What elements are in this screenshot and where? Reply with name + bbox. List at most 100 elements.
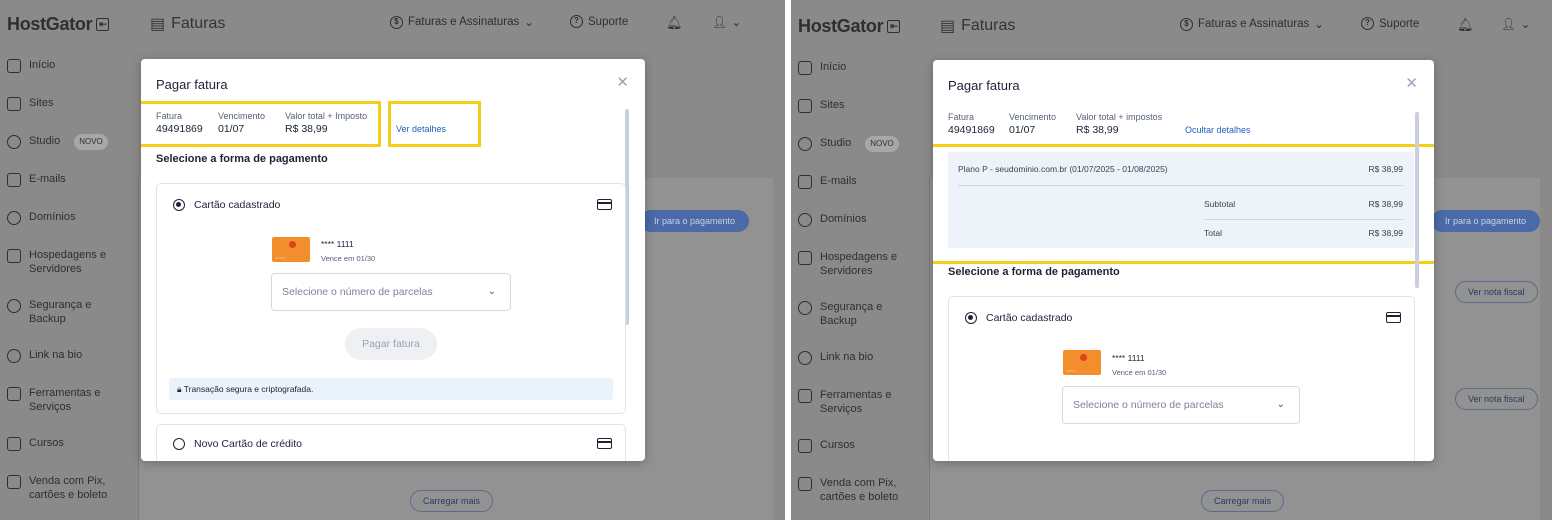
- go-to-payment-button[interactable]: Ir para o pagamento: [1431, 210, 1541, 232]
- new-card-radio[interactable]: [173, 438, 185, 450]
- shield-icon: [7, 299, 21, 313]
- collapse-sidebar-icon[interactable]: ⇤: [887, 20, 901, 33]
- credit-card-icon: [597, 199, 612, 210]
- select-payment-title: Selecione a forma de pagamento: [156, 153, 328, 165]
- user-menu[interactable]: 👤︎ ⌄: [712, 15, 741, 29]
- pay-invoice-modal: Pagar fatura ✕ Fatura 49491869 Vencimento…: [141, 59, 645, 461]
- sidebar-item-emails[interactable]: E-mails: [791, 174, 921, 212]
- new-card-label: Novo Cartão de crédito: [194, 438, 302, 450]
- saved-card-option[interactable]: Cartão cadastrado **** 1111 Vence em 01/…: [948, 296, 1415, 461]
- sidebar-item-seguranca[interactable]: Segurança e Backup: [791, 300, 921, 350]
- card-thumbnail: [1063, 350, 1101, 375]
- sidebar-item-venda[interactable]: Venda com Pix, cartões e boleto: [791, 476, 921, 514]
- sidebar-item-sites[interactable]: Sites: [0, 96, 130, 134]
- sidebar-item-dominios[interactable]: Domínios: [0, 210, 130, 248]
- help-icon: ?: [1361, 17, 1374, 30]
- sidebar-item-emails[interactable]: E-mails: [0, 172, 130, 210]
- server-icon: [798, 251, 812, 265]
- saved-card-radio[interactable]: [173, 199, 185, 211]
- installments-select[interactable]: Selecione o número de parcelas ⌄: [271, 273, 511, 311]
- credit-card-icon: [1386, 312, 1401, 323]
- novo-badge: NOVO: [865, 136, 899, 152]
- saved-card-label: Cartão cadastrado: [986, 312, 1073, 324]
- dollar-icon: $: [1180, 17, 1193, 31]
- sidebar-item-venda[interactable]: Venda com Pix, cartões e boleto: [0, 474, 130, 512]
- sidebar-item-inicio[interactable]: Início: [0, 58, 130, 96]
- pay-invoice-modal: Pagar fatura ✕ Fatura 49491869 Vencimento…: [933, 60, 1434, 461]
- bell-icon[interactable]: 🔔︎: [1457, 17, 1474, 33]
- link-icon: [7, 349, 21, 363]
- left-screenshot-panel: HostGator ⇤ ▤ Faturas $ Faturas e Assinatur…: [0, 0, 785, 520]
- total-value: Valor total + impostos R$ 38,99: [1076, 112, 1163, 136]
- card-thumbnail: [272, 237, 310, 262]
- chevron-down-icon: ⌄: [1314, 19, 1324, 31]
- highlight-details-panel: [933, 144, 1434, 264]
- nav-suporte[interactable]: ? Suporte: [1361, 17, 1419, 30]
- select-payment-title: Selecione a forma de pagamento: [948, 266, 1120, 278]
- invoice-icon: ▤: [940, 18, 956, 35]
- due-date: Vencimento 01/07: [1009, 112, 1057, 136]
- sidebar-item-link-bio[interactable]: Link na bio: [791, 350, 921, 388]
- hide-details-link[interactable]: Ocultar detalhes: [1185, 125, 1251, 135]
- sidebar-item-ferramentas[interactable]: Ferramentas e Serviços: [0, 386, 130, 436]
- highlight-invoice-info: [141, 101, 381, 147]
- top-bar: HostGator ⇤ ▤ Faturas $ Faturas e Assinatur…: [0, 0, 785, 46]
- user-icon: 👤︎: [1501, 19, 1516, 31]
- user-menu[interactable]: 👤︎ ⌄: [1501, 17, 1530, 31]
- invoice-number: Fatura 49491869: [948, 112, 995, 136]
- bell-icon[interactable]: 🔔︎: [666, 15, 683, 31]
- page-title: ▤ Faturas: [940, 17, 1016, 35]
- sidebar-item-hospedagens[interactable]: Hospedagens e Servidores: [0, 248, 130, 298]
- highlight-show-details: [388, 101, 481, 147]
- sidebar-item-inicio[interactable]: Início: [791, 60, 921, 98]
- load-more-button[interactable]: Carregar mais: [1201, 490, 1285, 512]
- saved-card-radio[interactable]: [965, 312, 977, 324]
- sidebar-item-link-bio[interactable]: Link na bio: [0, 348, 130, 386]
- nav-faturas-assinaturas[interactable]: $ Faturas e Assinaturas ⌄: [1180, 17, 1324, 31]
- sidebar-item-studio[interactable]: Studio NOVO: [791, 136, 921, 174]
- close-icon[interactable]: ✕: [616, 73, 629, 91]
- user-icon: 👤︎: [712, 17, 727, 29]
- modal-title: Pagar fatura: [156, 77, 228, 92]
- see-invoice-button[interactable]: Ver nota fiscal: [1455, 388, 1538, 410]
- see-invoice-button[interactable]: Ver nota fiscal: [1455, 281, 1538, 303]
- home-icon: [798, 61, 812, 75]
- card-number: **** 1111: [1112, 353, 1145, 363]
- link-icon: [798, 351, 812, 365]
- close-icon[interactable]: ✕: [1405, 74, 1418, 92]
- sidebar-item-cursos[interactable]: Cursos: [0, 436, 130, 474]
- sidebar-item-dominios[interactable]: Domínios: [791, 212, 921, 250]
- studio-icon: [798, 137, 812, 151]
- collapse-sidebar-icon[interactable]: ⇤: [96, 18, 110, 31]
- chevron-down-icon: ⌄: [487, 286, 496, 297]
- sidebar-item-seguranca[interactable]: Segurança e Backup: [0, 298, 130, 348]
- card-number: **** 1111: [321, 239, 354, 249]
- nav-faturas-assinaturas[interactable]: $ Faturas e Assinaturas ⌄: [390, 15, 534, 29]
- installments-select[interactable]: Selecione o número de parcelas ⌄: [1062, 386, 1300, 424]
- go-to-payment-button[interactable]: Ir para o pagamento: [640, 210, 750, 232]
- new-card-option[interactable]: Novo Cartão de crédito: [156, 424, 626, 461]
- chevron-down-icon: ⌄: [1520, 19, 1531, 31]
- hostgator-logo: HostGator ⇤: [798, 16, 901, 37]
- invoice-icon: ▤: [150, 16, 166, 33]
- scrollbar[interactable]: [1415, 112, 1419, 288]
- card-expiry: Vence em 01/30: [321, 254, 376, 263]
- payment-icon: [7, 475, 21, 489]
- saved-card-option[interactable]: Cartão cadastrado **** 1111 Vence em 01/…: [156, 183, 626, 414]
- chevron-down-icon: ⌄: [731, 17, 742, 29]
- pay-invoice-button[interactable]: Pagar fatura: [345, 328, 437, 360]
- mail-icon: [798, 175, 812, 189]
- tools-icon: [798, 389, 812, 403]
- shield-icon: [798, 301, 812, 315]
- chevron-down-icon: ⌄: [524, 17, 534, 29]
- sites-icon: [798, 99, 812, 113]
- load-more-button[interactable]: Carregar mais: [410, 490, 494, 512]
- sidebar-item-studio[interactable]: Studio NOVO: [0, 134, 130, 172]
- sidebar-item-cursos[interactable]: Cursos: [791, 438, 921, 476]
- sidebar-item-hospedagens[interactable]: Hospedagens e Servidores: [791, 250, 921, 300]
- hostgator-logo: HostGator ⇤: [7, 14, 110, 35]
- sidebar-item-ferramentas[interactable]: Ferramentas e Serviços: [791, 388, 921, 438]
- lock-icon: 🔒︎: [177, 384, 184, 394]
- nav-suporte[interactable]: ? Suporte: [570, 15, 628, 28]
- sidebar-item-sites[interactable]: Sites: [791, 98, 921, 136]
